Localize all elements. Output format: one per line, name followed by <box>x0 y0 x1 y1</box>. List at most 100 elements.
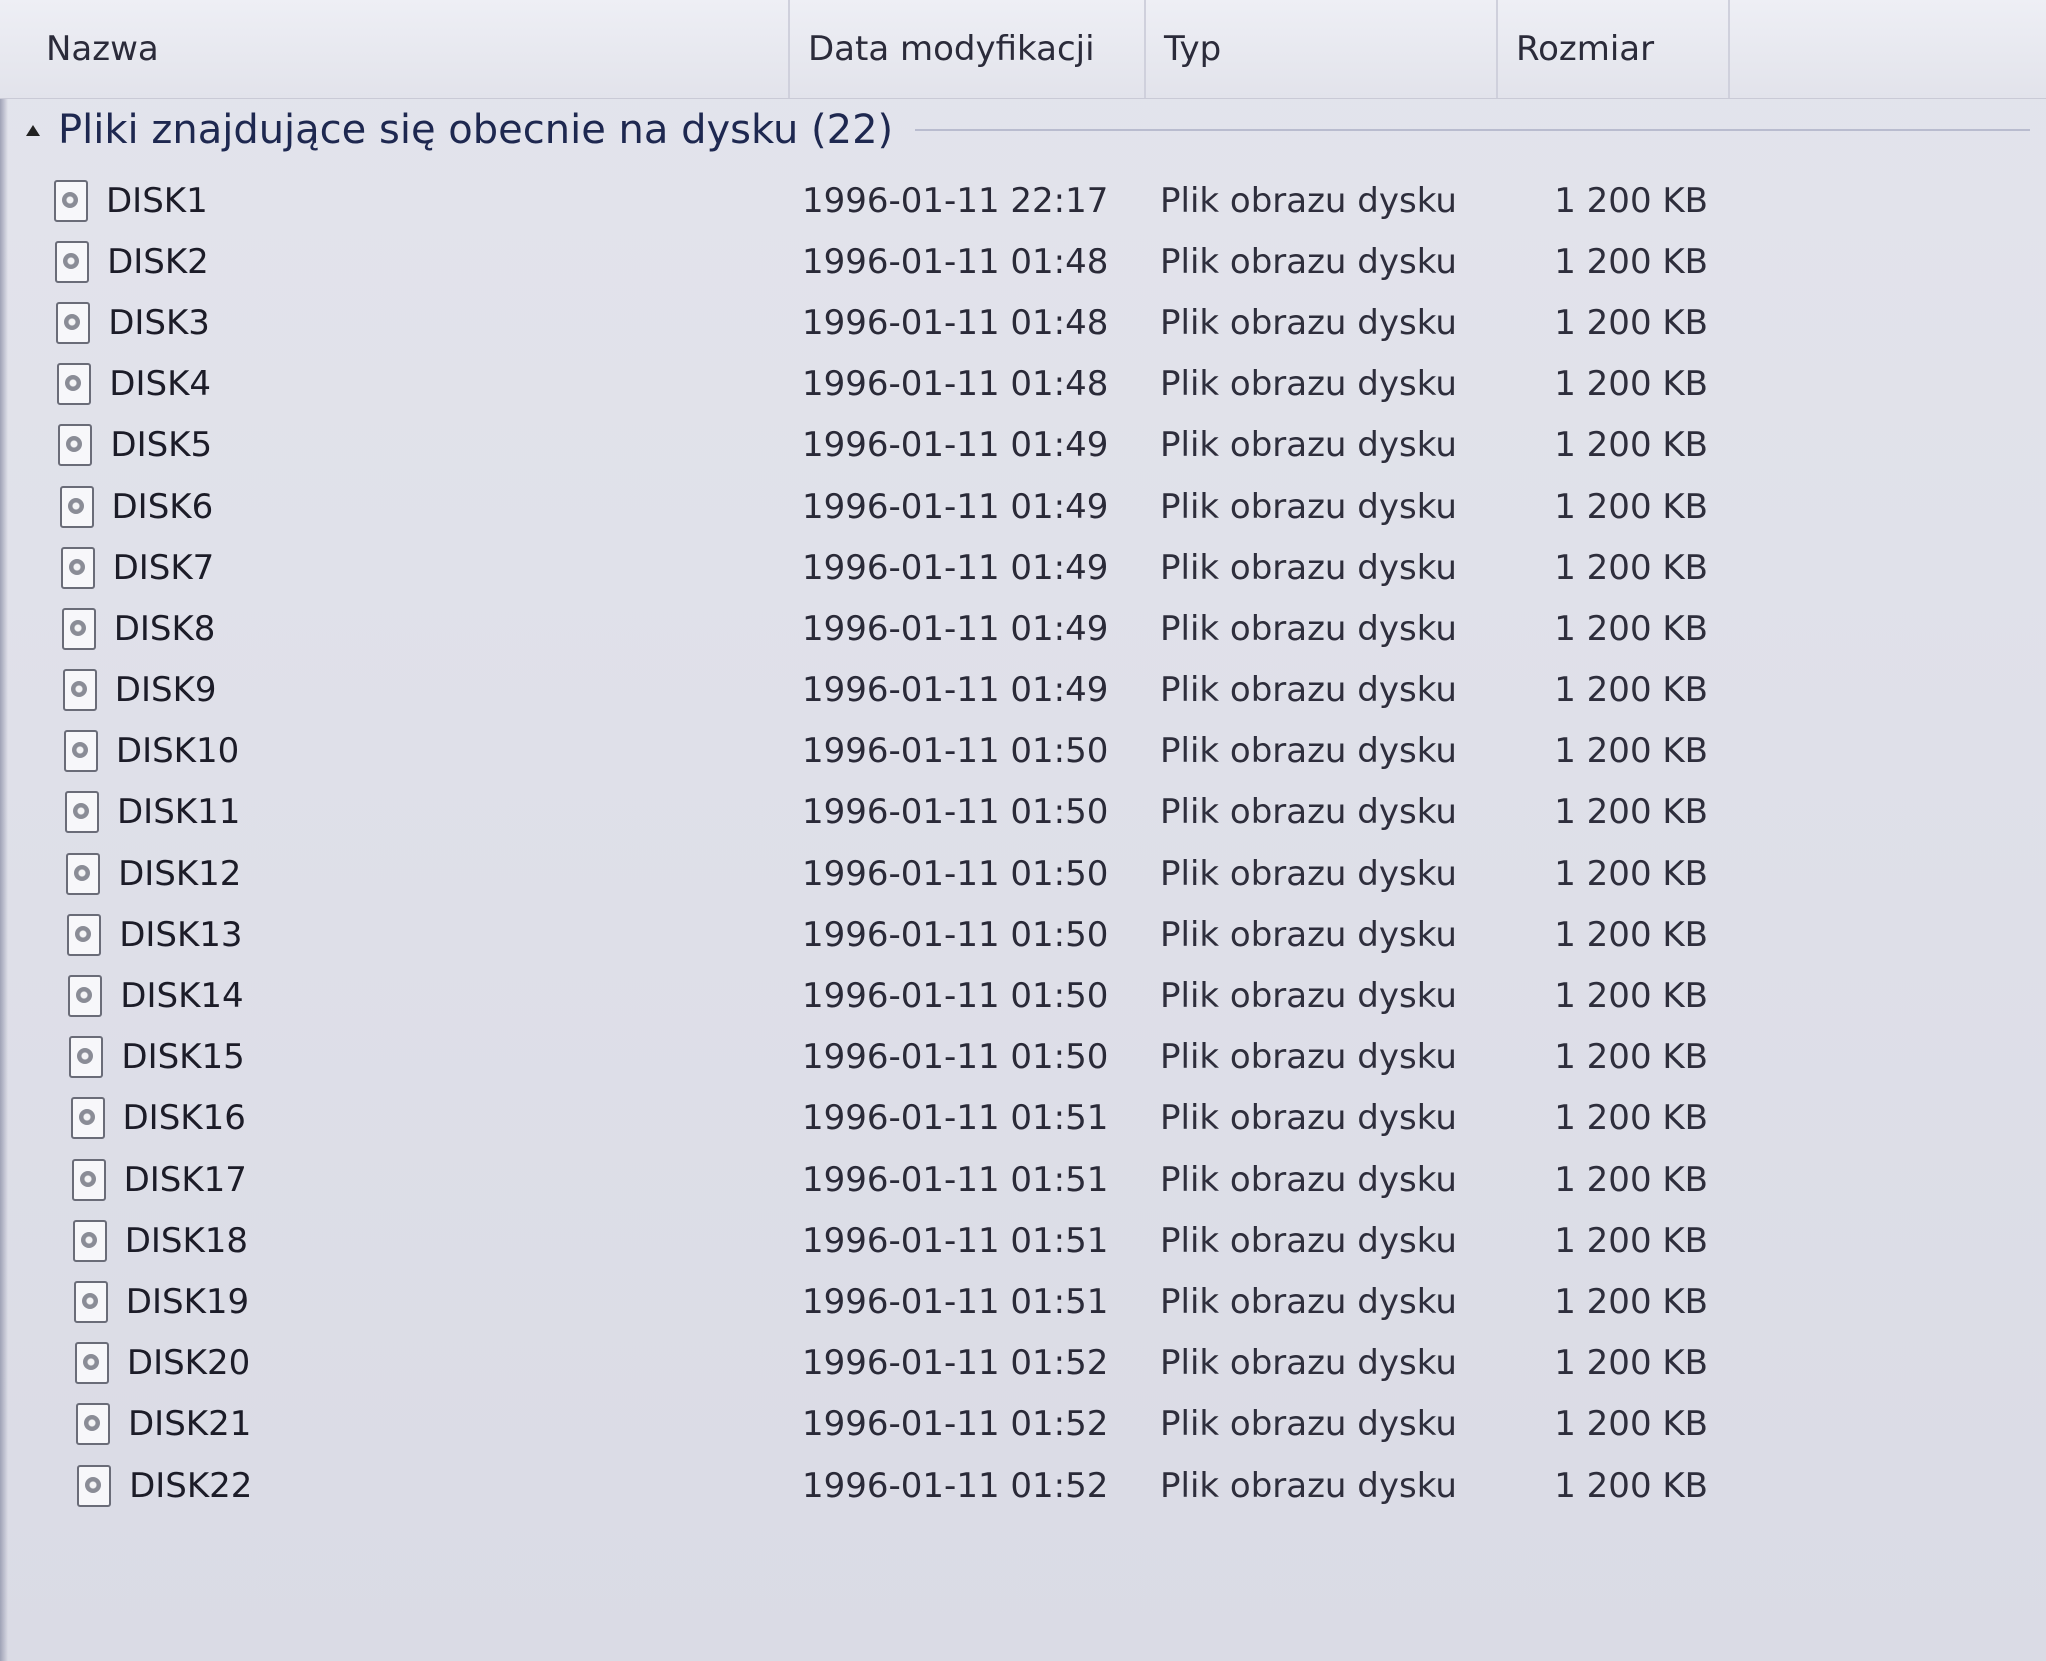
disk-image-file-icon <box>71 1158 106 1201</box>
file-name-cell[interactable]: DISK7 <box>60 537 781 598</box>
file-name-cell[interactable]: DISK22 <box>77 1455 797 1516</box>
file-type: Plik obrazu dysku <box>1160 731 1457 772</box>
file-name-cell[interactable]: DISK10 <box>63 721 784 782</box>
file-row[interactable]: DISK22 1996-01-11 01:52 Plik obrazu dysku 1… <box>0 1455 2046 1516</box>
column-header-date-modified[interactable]: Data modyfikacji <box>788 0 1144 98</box>
file-name-cell[interactable]: DISK15 <box>69 1027 789 1088</box>
file-name: DISK15 <box>121 1037 245 1078</box>
file-name-cell[interactable]: DISK4 <box>57 354 777 415</box>
file-type: Plik obrazu dysku <box>1160 241 1457 282</box>
file-row[interactable]: DISK11 1996-01-11 01:50 Plik obrazu dysku 1… <box>0 782 2046 843</box>
file-name-cell[interactable]: DISK18 <box>72 1210 793 1271</box>
file-type: Plik obrazu dysku <box>1160 792 1457 833</box>
file-date-modified: 1996-01-11 01:50 <box>802 731 1109 772</box>
file-name-cell[interactable]: DISK19 <box>73 1271 794 1332</box>
file-row[interactable]: DISK8 1996-01-11 01:49 Plik obrazu dysku 1 … <box>0 598 2046 659</box>
column-header-name[interactable]: Nazwa <box>28 0 788 98</box>
file-row[interactable]: DISK14 1996-01-11 01:50 Plik obrazu dysku 1… <box>0 965 2046 1026</box>
file-name-cell[interactable]: DISK20 <box>74 1333 795 1394</box>
file-date-modified: 1996-01-11 01:50 <box>802 853 1109 894</box>
file-size: 1 200 KB <box>1554 364 1708 405</box>
file-row[interactable]: DISK18 1996-01-11 01:51 Plik obrazu dysku 1… <box>0 1210 2046 1271</box>
disk-image-file-icon <box>61 607 96 650</box>
file-type: Plik obrazu dysku <box>1160 1159 1457 1200</box>
file-type: Plik obrazu dysku <box>1160 608 1457 649</box>
file-row[interactable]: DISK21 1996-01-11 01:52 Plik obrazu dysku 1… <box>0 1394 2046 1455</box>
file-name: DISK21 <box>128 1404 252 1445</box>
file-type: Plik obrazu dysku <box>1160 853 1457 894</box>
file-row[interactable]: DISK3 1996-01-11 01:48 Plik obrazu dysku 1 … <box>0 292 2046 353</box>
file-name-cell[interactable]: DISK1 <box>54 170 774 231</box>
file-name-cell[interactable]: DISK5 <box>58 415 778 476</box>
file-name-cell[interactable]: DISK21 <box>76 1394 796 1455</box>
file-row[interactable]: DISK6 1996-01-11 01:49 Plik obrazu dysku 1 … <box>0 476 2046 537</box>
file-name-cell[interactable]: DISK8 <box>61 598 782 659</box>
file-type: Plik obrazu dysku <box>1160 425 1457 466</box>
column-header-bar: Nazwa Data modyfikacji Typ Rozmiar <box>0 0 2046 99</box>
file-name-cell[interactable]: DISK9 <box>62 660 783 721</box>
file-date-modified: 1996-01-11 01:51 <box>802 1098 1109 1139</box>
file-name-cell[interactable]: DISK11 <box>65 782 785 843</box>
file-size: 1 200 KB <box>1554 241 1708 282</box>
file-row[interactable]: DISK2 1996-01-11 01:48 Plik obrazu dysku 1 … <box>0 231 2046 292</box>
file-type: Plik obrazu dysku <box>1160 1037 1457 1078</box>
disk-image-file-icon <box>66 852 101 895</box>
file-row[interactable]: DISK1 1996-01-11 22:17 Plik obrazu dysku 1 … <box>0 170 2046 231</box>
file-size: 1 200 KB <box>1554 1343 1708 1384</box>
file-date-modified: 1996-01-11 01:50 <box>802 792 1109 833</box>
file-type: Plik obrazu dysku <box>1160 1281 1457 1322</box>
file-row[interactable]: DISK4 1996-01-11 01:48 Plik obrazu dysku 1 … <box>0 354 2046 415</box>
file-row[interactable]: DISK15 1996-01-11 01:50 Plik obrazu dysku 1… <box>0 1027 2046 1088</box>
file-name: DISK11 <box>117 792 241 833</box>
file-name-cell[interactable]: DISK17 <box>71 1149 792 1210</box>
file-type: Plik obrazu dysku <box>1160 670 1457 711</box>
column-header-size[interactable]: Rozmiar <box>1496 0 1728 98</box>
file-row[interactable]: DISK10 1996-01-11 01:50 Plik obrazu dysku 1… <box>0 721 2046 782</box>
file-name: DISK6 <box>111 486 214 527</box>
file-name: DISK9 <box>114 670 217 711</box>
collapse-triangle-icon[interactable] <box>26 124 40 136</box>
file-row[interactable]: DISK5 1996-01-11 01:49 Plik obrazu dysku 1 … <box>0 415 2046 476</box>
file-size: 1 200 KB <box>1554 792 1708 833</box>
file-date-modified: 1996-01-11 01:48 <box>802 364 1109 405</box>
file-name-cell[interactable]: DISK16 <box>70 1088 791 1149</box>
file-type: Plik obrazu dysku <box>1160 364 1457 405</box>
file-name-cell[interactable]: DISK13 <box>67 904 787 965</box>
file-row[interactable]: DISK9 1996-01-11 01:49 Plik obrazu dysku 1 … <box>0 660 2046 721</box>
disk-image-file-icon <box>63 730 98 773</box>
file-size: 1 200 KB <box>1554 1037 1708 1078</box>
disk-image-file-icon <box>69 1036 104 1079</box>
file-row[interactable]: DISK16 1996-01-11 01:51 Plik obrazu dysku 1… <box>0 1088 2046 1149</box>
file-name-cell[interactable]: DISK14 <box>68 965 788 1026</box>
file-name: DISK4 <box>109 364 212 405</box>
file-name: DISK1 <box>106 180 208 221</box>
disk-image-file-icon <box>59 485 94 528</box>
file-size: 1 200 KB <box>1554 1404 1708 1445</box>
file-name-cell[interactable]: DISK12 <box>66 843 786 904</box>
file-size: 1 200 KB <box>1554 608 1708 649</box>
file-row[interactable]: DISK13 1996-01-11 01:50 Plik obrazu dysku 1… <box>0 904 2046 965</box>
file-type: Plik obrazu dysku <box>1160 1404 1457 1445</box>
file-size: 1 200 KB <box>1554 670 1708 711</box>
file-date-modified: 1996-01-11 01:48 <box>802 302 1109 343</box>
file-name-cell[interactable]: DISK3 <box>56 292 776 353</box>
column-header-type[interactable]: Typ <box>1144 0 1496 98</box>
file-size: 1 200 KB <box>1554 853 1708 894</box>
file-name-cell[interactable]: DISK2 <box>55 231 775 292</box>
file-row[interactable]: DISK7 1996-01-11 01:49 Plik obrazu dysku 1 … <box>0 537 2046 598</box>
file-row[interactable]: DISK20 1996-01-11 01:52 Plik obrazu dysku 1… <box>0 1333 2046 1394</box>
file-row[interactable]: DISK12 1996-01-11 01:50 Plik obrazu dysku 1… <box>0 843 2046 904</box>
file-row[interactable]: DISK17 1996-01-11 01:51 Plik obrazu dysku 1… <box>0 1149 2046 1210</box>
file-name-cell[interactable]: DISK6 <box>59 476 780 537</box>
file-explorer-details-view: Nazwa Data modyfikacji Typ Rozmiar Pliki… <box>0 0 2046 1661</box>
column-header-empty[interactable] <box>1728 0 2046 98</box>
file-size: 1 200 KB <box>1554 302 1708 343</box>
disk-image-file-icon <box>77 1464 112 1507</box>
file-name: DISK10 <box>115 731 240 772</box>
file-name: DISK22 <box>129 1465 253 1506</box>
disk-image-file-icon <box>76 1403 110 1446</box>
file-name: DISK14 <box>120 976 244 1017</box>
group-title: Pliki znajdujące się obecnie na dysku (2… <box>58 107 894 153</box>
group-header-files-on-disk[interactable]: Pliki znajdujące się obecnie na dysku (2… <box>20 98 2030 162</box>
file-row[interactable]: DISK19 1996-01-11 01:51 Plik obrazu dysku 1… <box>0 1271 2046 1332</box>
